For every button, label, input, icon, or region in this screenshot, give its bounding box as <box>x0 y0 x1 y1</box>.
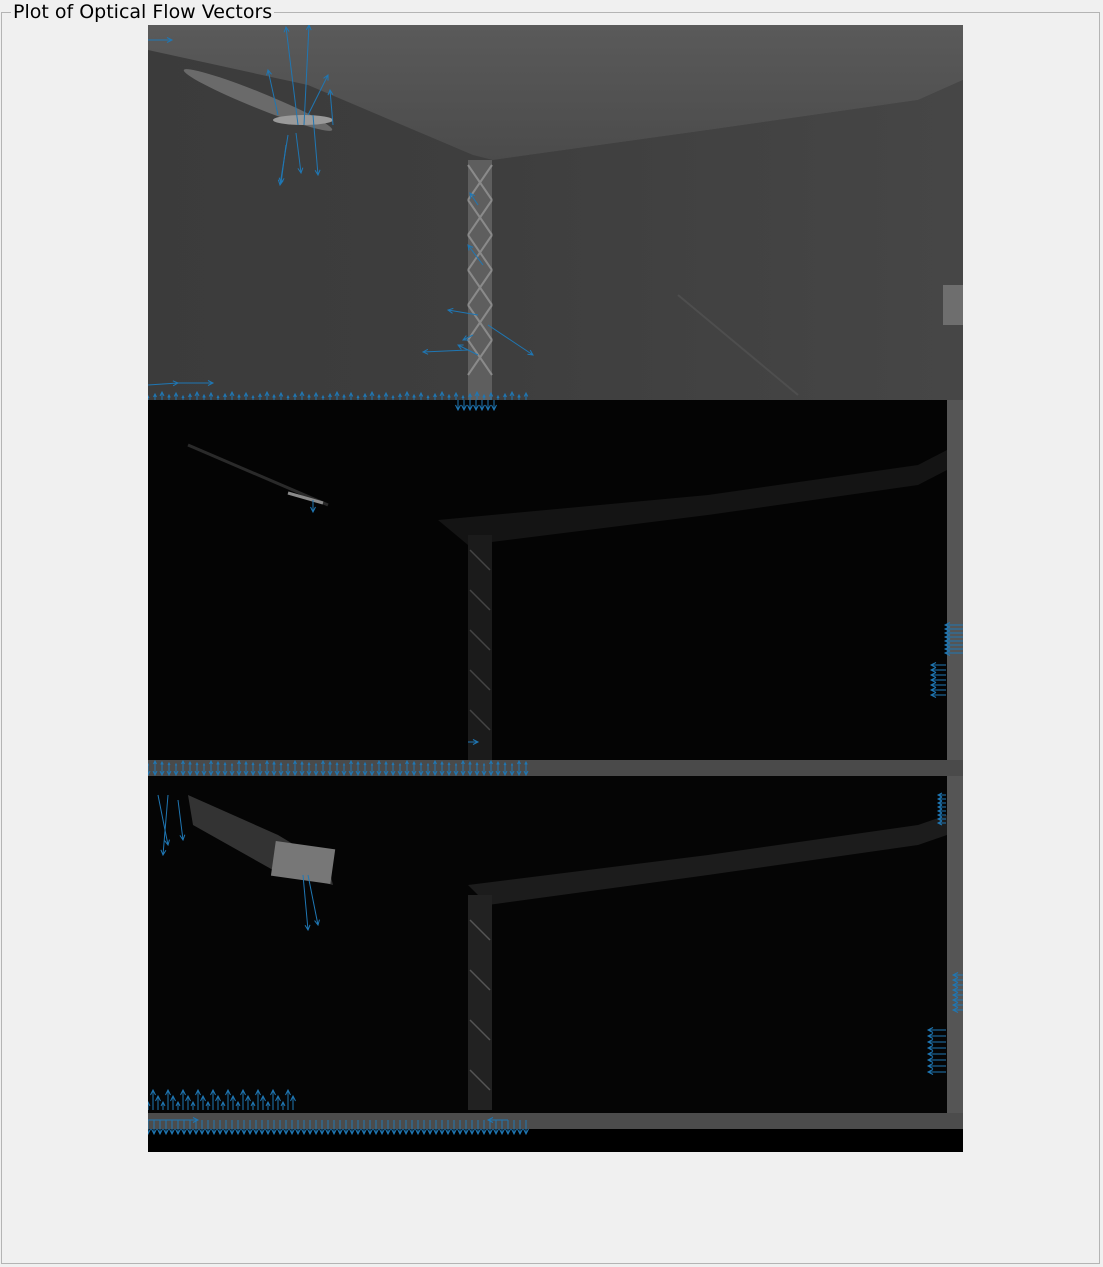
panel-title: Plot of Optical Flow Vectors <box>11 1 275 23</box>
frame-3-image <box>148 776 963 1152</box>
frame-2-image <box>148 400 963 776</box>
optical-flow-axes[interactable] <box>148 25 963 1152</box>
optical-flow-image <box>148 25 963 1152</box>
